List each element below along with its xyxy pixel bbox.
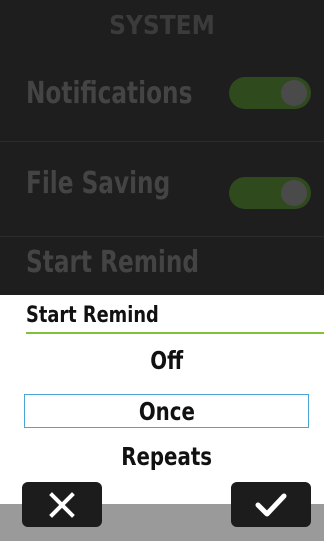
dialog-title: Start Remind xyxy=(26,303,159,328)
settings-row-label: Notifications xyxy=(26,76,193,111)
cancel-button[interactable] xyxy=(22,482,102,527)
toggle-knob xyxy=(281,180,307,206)
settings-screen: SYSTEM Notifications File Saving Start R… xyxy=(0,0,324,295)
settings-row-label: Start Remind xyxy=(26,245,200,280)
option-label: Off xyxy=(150,346,183,375)
check-icon xyxy=(255,493,287,516)
settings-row-notifications[interactable]: Notifications xyxy=(0,52,324,142)
settings-row-label: File Saving xyxy=(26,166,171,201)
toggle-knob xyxy=(281,80,307,106)
option-label: Repeats xyxy=(121,442,212,471)
option-label: Once xyxy=(138,397,195,426)
notifications-toggle[interactable] xyxy=(229,77,311,109)
close-icon xyxy=(49,491,75,518)
title-underline xyxy=(26,332,324,334)
option-repeats[interactable]: Repeats xyxy=(24,440,309,474)
option-off[interactable]: Off xyxy=(24,344,309,378)
page-title: SYSTEM xyxy=(109,11,215,41)
settings-row-file-saving[interactable]: File Saving xyxy=(0,142,324,237)
file-saving-toggle[interactable] xyxy=(229,177,311,209)
option-once[interactable]: Once xyxy=(24,394,309,428)
confirm-button[interactable] xyxy=(231,482,311,527)
settings-row-start-remind[interactable]: Start Remind xyxy=(0,237,324,295)
